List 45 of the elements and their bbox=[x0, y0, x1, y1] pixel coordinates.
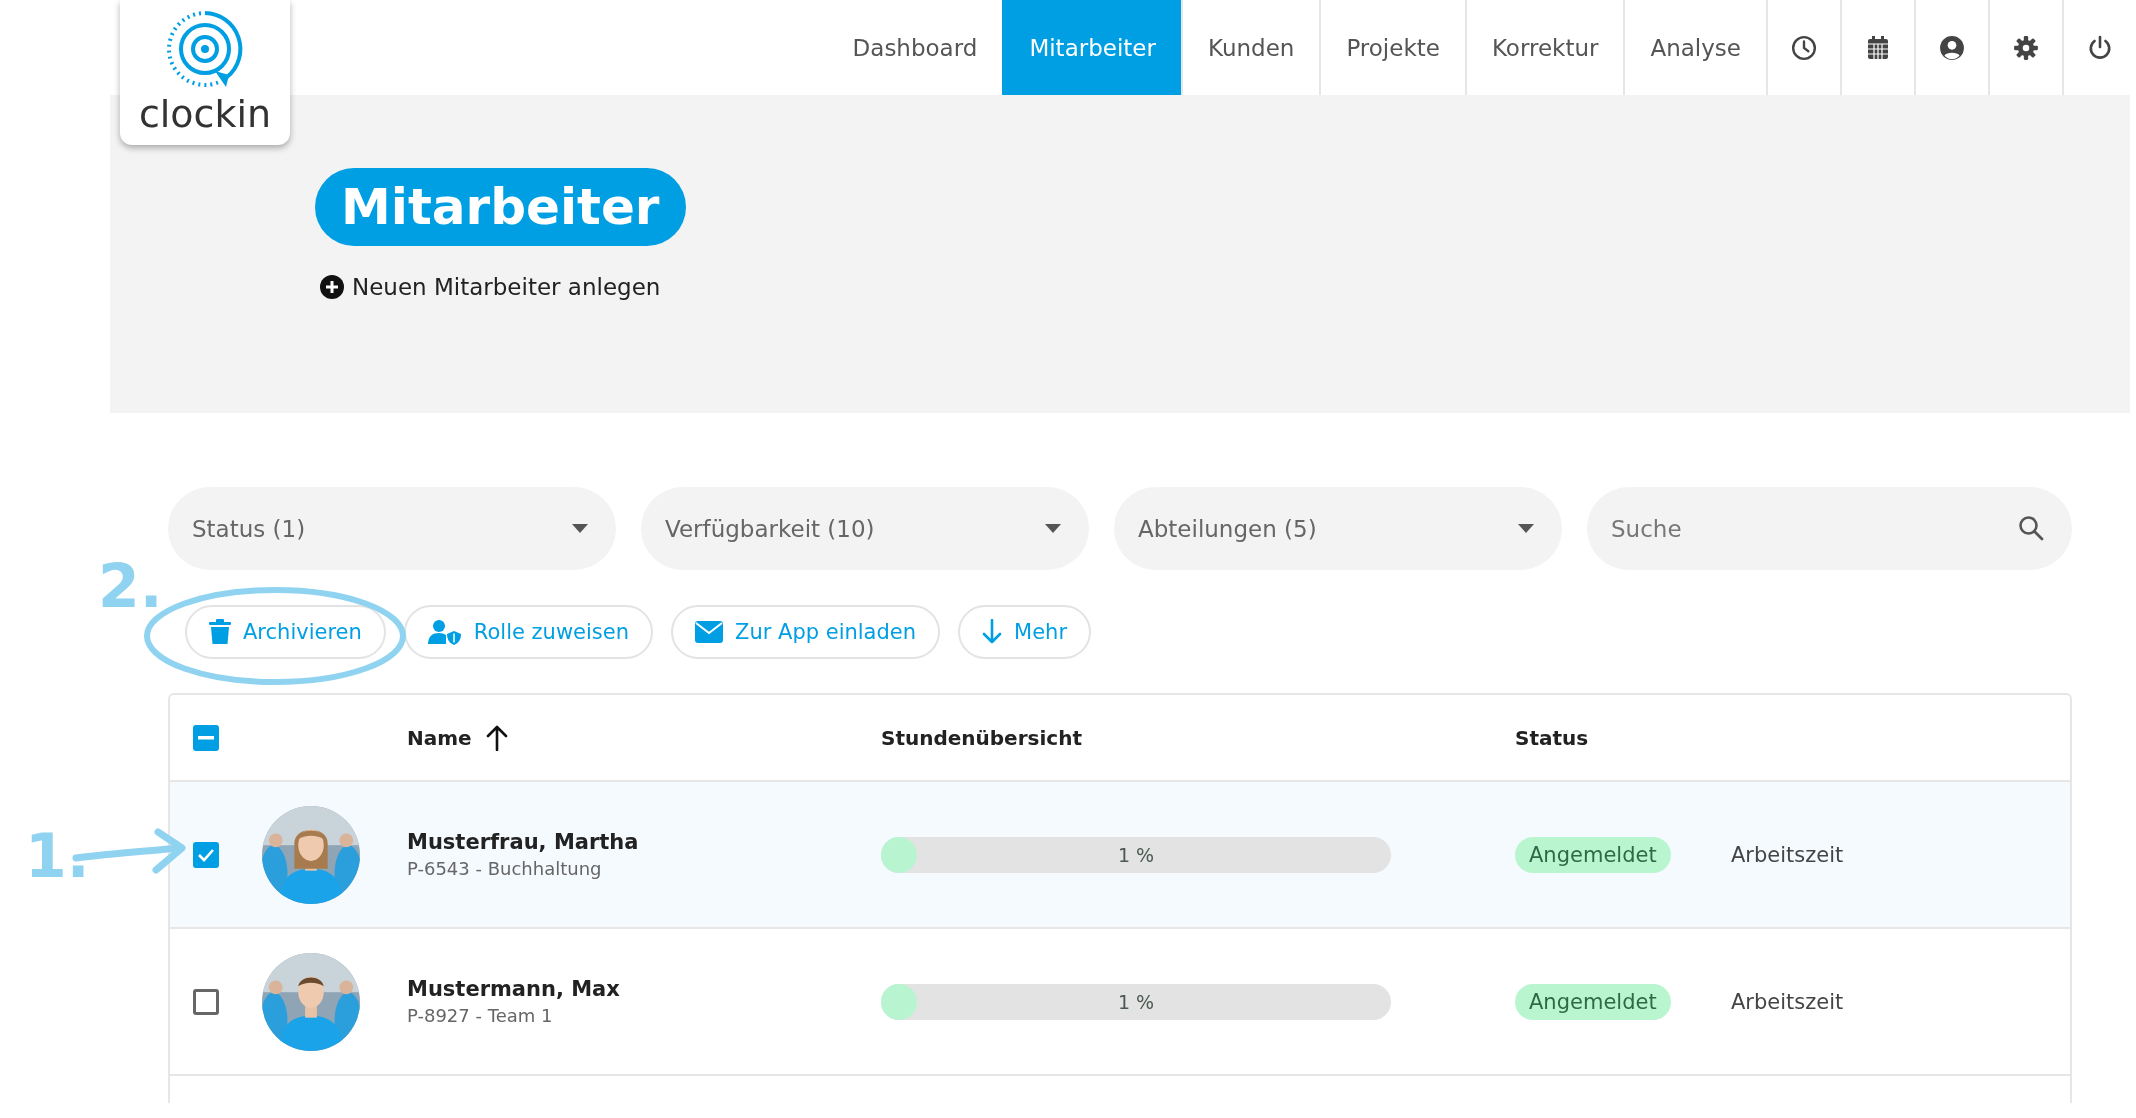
employee-name: Musterfrau, Martha bbox=[407, 830, 640, 854]
calendar-icon bbox=[1867, 35, 1889, 60]
employee-detail: P-6543 - Buchhaltung bbox=[407, 858, 603, 879]
filter-dropdown[interactable]: Verfügbarkeit (10) bbox=[641, 487, 1089, 570]
caret-icon bbox=[572, 524, 588, 533]
caret-icon bbox=[1518, 524, 1534, 533]
logo[interactable]: clockin bbox=[120, 0, 290, 145]
employee-name: Mustermann, Max bbox=[407, 977, 621, 1001]
column-header[interactable]: Name bbox=[407, 725, 472, 750]
logo-text: clockin bbox=[138, 95, 272, 133]
column-header: Stundenübersicht bbox=[881, 725, 1082, 750]
user-icon bbox=[1939, 34, 1965, 61]
clock-icon bbox=[1791, 34, 1817, 61]
caret-icon bbox=[1045, 524, 1061, 533]
search-field[interactable]: Suche bbox=[1587, 487, 2072, 570]
status-badge: Angemeldet bbox=[1515, 983, 1671, 1020]
status-badge: Angemeldet bbox=[1515, 836, 1671, 873]
page-title: Mitarbeiter bbox=[315, 168, 686, 246]
progress-reading: 1 % bbox=[1117, 990, 1155, 1013]
column-header: Status bbox=[1515, 725, 1589, 750]
work-time-link[interactable]: Arbeitszeit bbox=[1731, 842, 2070, 867]
arrow-up-icon[interactable] bbox=[485, 724, 508, 751]
power-icon bbox=[2087, 34, 2113, 61]
employee-detail: P-8927 - Team 1 bbox=[407, 1005, 554, 1026]
envelope-icon bbox=[695, 621, 723, 643]
nav-tab[interactable]: Dashboard bbox=[827, 0, 1003, 95]
trash-icon bbox=[209, 619, 231, 645]
minus-icon bbox=[198, 735, 214, 740]
row-checkbox[interactable] bbox=[193, 841, 219, 868]
arrow-down-icon bbox=[982, 619, 1003, 645]
logo-icon bbox=[165, 9, 245, 89]
add-employee-link[interactable]: Neuen Mitarbeiter anlegen bbox=[352, 274, 661, 300]
row-checkbox[interactable] bbox=[193, 988, 219, 1015]
annotation-number: 1. bbox=[25, 826, 90, 886]
annotation-number: 2. bbox=[98, 556, 163, 616]
checkmark-icon bbox=[197, 847, 215, 862]
work-time-link[interactable]: Arbeitszeit bbox=[1731, 989, 2070, 1014]
user-shield-icon bbox=[427, 619, 462, 645]
search-icon[interactable] bbox=[2018, 515, 2044, 541]
plus-icon[interactable] bbox=[320, 275, 344, 299]
select-all-checkbox[interactable] bbox=[193, 724, 219, 751]
filter-dropdown[interactable]: Status (1) bbox=[168, 487, 616, 570]
settings-icon bbox=[2013, 34, 2039, 61]
progress-reading: 1 % bbox=[1117, 843, 1155, 866]
filter-dropdown[interactable]: Abteilungen (5) bbox=[1114, 487, 1562, 570]
